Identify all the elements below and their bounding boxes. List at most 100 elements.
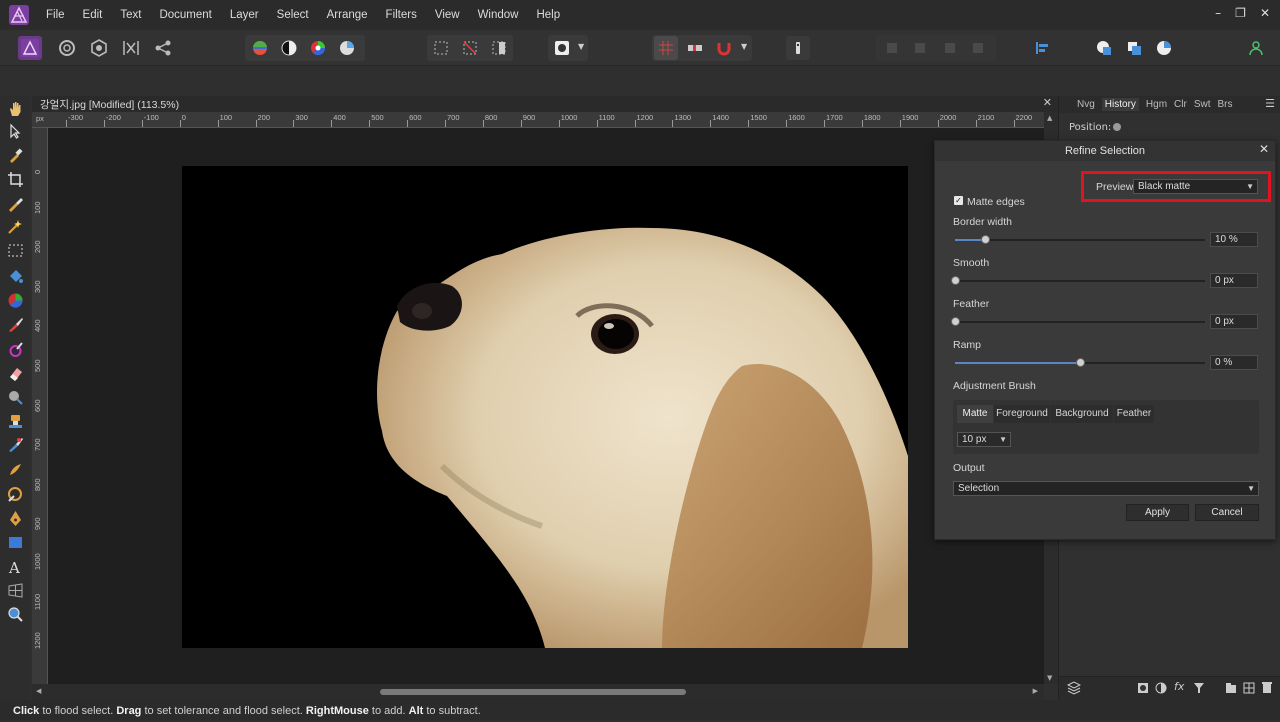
panel-menu-icon[interactable]: ☰ — [1265, 97, 1275, 110]
dodge-tool-icon[interactable] — [7, 389, 24, 406]
ramp-field[interactable]: 0 % — [1210, 355, 1258, 370]
snapping-magnet-icon[interactable] — [712, 36, 736, 60]
align-icon[interactable] — [1030, 36, 1054, 60]
mode-matte-button[interactable]: Matte — [957, 405, 993, 423]
scroll-up-icon[interactable]: ▲ — [1047, 114, 1052, 122]
menu-help[interactable]: Help — [536, 9, 560, 21]
menu-edit[interactable]: Edit — [83, 9, 103, 21]
menu-layer[interactable]: Layer — [230, 9, 259, 21]
matte-edges-checkbox[interactable]: ✓ — [954, 196, 963, 205]
add-pixel-layer-icon[interactable] — [1243, 682, 1255, 694]
mask-layer-icon[interactable] — [1137, 682, 1149, 694]
guides-icon[interactable] — [683, 36, 707, 60]
paint-brush-tool-icon[interactable] — [7, 316, 24, 333]
crop-tool-icon[interactable] — [7, 171, 24, 188]
live-filter-icon[interactable] — [1193, 682, 1205, 694]
delete-layer-icon[interactable] — [1261, 681, 1273, 694]
output-select[interactable]: Selection ▼ — [953, 481, 1259, 496]
deselect-icon[interactable] — [458, 36, 482, 60]
ramp-knob[interactable] — [1076, 358, 1085, 367]
brush-size-select[interactable]: 10 px ▼ — [957, 432, 1011, 447]
tab-swatches[interactable]: Swt — [1194, 99, 1211, 110]
auto-colors-icon[interactable] — [306, 36, 330, 60]
layers-icon[interactable] — [1067, 681, 1081, 695]
zoom-tool-icon[interactable] — [7, 606, 24, 623]
boolean-add-icon[interactable] — [1092, 36, 1116, 60]
dialog-close-icon[interactable]: ✕ — [1259, 142, 1269, 156]
mode-foreground-button[interactable]: Foreground — [994, 405, 1050, 423]
develop-persona-icon[interactable] — [87, 36, 111, 60]
smooth-knob[interactable] — [951, 276, 960, 285]
liquify-persona-icon[interactable] — [55, 36, 79, 60]
insert-above-icon[interactable] — [966, 36, 990, 60]
minimize-icon[interactable]: – — [1215, 6, 1221, 20]
clone-tool-icon[interactable] — [7, 413, 24, 430]
tab-navigator[interactable]: Nvg — [1077, 99, 1095, 110]
select-all-icon[interactable] — [429, 36, 453, 60]
boolean-subtract-icon[interactable] — [1122, 36, 1146, 60]
scroll-left-icon[interactable]: ◀ — [36, 687, 41, 695]
tab-color[interactable]: Clr — [1174, 99, 1187, 110]
canvas[interactable] — [48, 128, 1044, 684]
border-width-knob[interactable] — [981, 235, 990, 244]
fx-icon[interactable]: fx — [1174, 680, 1184, 693]
flood-select-tool-icon[interactable] — [7, 218, 24, 235]
document-tab[interactable]: 강얼지.jpg [Modified] (113.5%) ✕ — [32, 96, 1058, 112]
cancel-button[interactable]: Cancel — [1195, 504, 1259, 521]
smooth-field[interactable]: 0 px — [1210, 273, 1258, 288]
assistant-icon[interactable] — [786, 36, 810, 60]
mode-background-button[interactable]: Background — [1051, 405, 1113, 423]
smudge-tool-icon[interactable] — [7, 461, 24, 478]
group-layer-icon[interactable] — [1225, 682, 1237, 694]
mesh-warp-tool-icon[interactable] — [7, 486, 24, 503]
insert-top-icon[interactable] — [908, 36, 932, 60]
pen-tool-icon[interactable] — [7, 510, 24, 527]
quick-mask-dropdown-icon[interactable]: ▼ — [578, 42, 584, 51]
menu-document[interactable]: Document — [159, 9, 211, 21]
menu-text[interactable]: Text — [120, 9, 141, 21]
menu-file[interactable]: File — [46, 9, 65, 21]
feather-knob[interactable] — [951, 317, 960, 326]
scroll-right-icon[interactable]: ▶ — [1033, 687, 1038, 695]
tab-brushes[interactable]: Brs — [1218, 99, 1233, 110]
artistic-text-tool-icon[interactable]: A — [7, 558, 24, 575]
smooth-track[interactable] — [955, 280, 1205, 282]
restore-icon[interactable]: ❐ — [1235, 6, 1246, 20]
insert-behind-icon[interactable] — [880, 36, 904, 60]
grid-icon[interactable] — [654, 36, 678, 60]
close-window-icon[interactable]: ✕ — [1260, 6, 1270, 20]
user-account-icon[interactable] — [1244, 36, 1268, 60]
tab-histogram[interactable]: Hgm — [1146, 99, 1167, 110]
close-document-icon[interactable]: ✕ — [1043, 96, 1052, 109]
adjustment-layer-icon[interactable] — [1155, 682, 1167, 694]
tone-mapping-persona-icon[interactable] — [119, 36, 143, 60]
menu-filters[interactable]: Filters — [386, 9, 417, 21]
export-persona-icon[interactable] — [151, 36, 175, 60]
menu-arrange[interactable]: Arrange — [327, 9, 368, 21]
affinity-photo-logo-icon[interactable] — [8, 4, 30, 26]
border-width-track[interactable] — [955, 239, 1205, 241]
mesh-tool-icon[interactable] — [7, 582, 24, 599]
mode-feather-button[interactable]: Feather — [1114, 405, 1154, 423]
auto-contrast-icon[interactable] — [277, 36, 301, 60]
color-picker-tool-icon[interactable] — [7, 147, 24, 164]
feather-field[interactable]: 0 px — [1210, 314, 1258, 329]
photo-persona-icon[interactable] — [18, 36, 42, 60]
healing-brush-tool-icon[interactable] — [7, 436, 24, 453]
document-image[interactable] — [182, 166, 908, 648]
quick-mask-icon[interactable] — [550, 36, 574, 60]
apply-button[interactable]: Apply — [1126, 504, 1189, 521]
insert-inside-icon[interactable] — [938, 36, 962, 60]
horizontal-scrollbar[interactable]: ◀ ▶ — [32, 684, 1044, 700]
invert-selection-icon[interactable] — [487, 36, 511, 60]
horizontal-scroll-thumb[interactable] — [380, 689, 686, 695]
auto-white-balance-icon[interactable] — [335, 36, 359, 60]
scroll-down-icon[interactable]: ▼ — [1047, 674, 1052, 682]
menu-window[interactable]: Window — [478, 9, 519, 21]
selection-brush-tool-icon[interactable] — [7, 195, 24, 212]
erase-brush-tool-icon[interactable] — [7, 365, 24, 382]
history-position-slider[interactable] — [1113, 123, 1121, 131]
boolean-intersect-icon[interactable] — [1152, 36, 1176, 60]
snapping-dropdown-icon[interactable]: ▼ — [741, 42, 747, 51]
menu-select[interactable]: Select — [277, 9, 309, 21]
